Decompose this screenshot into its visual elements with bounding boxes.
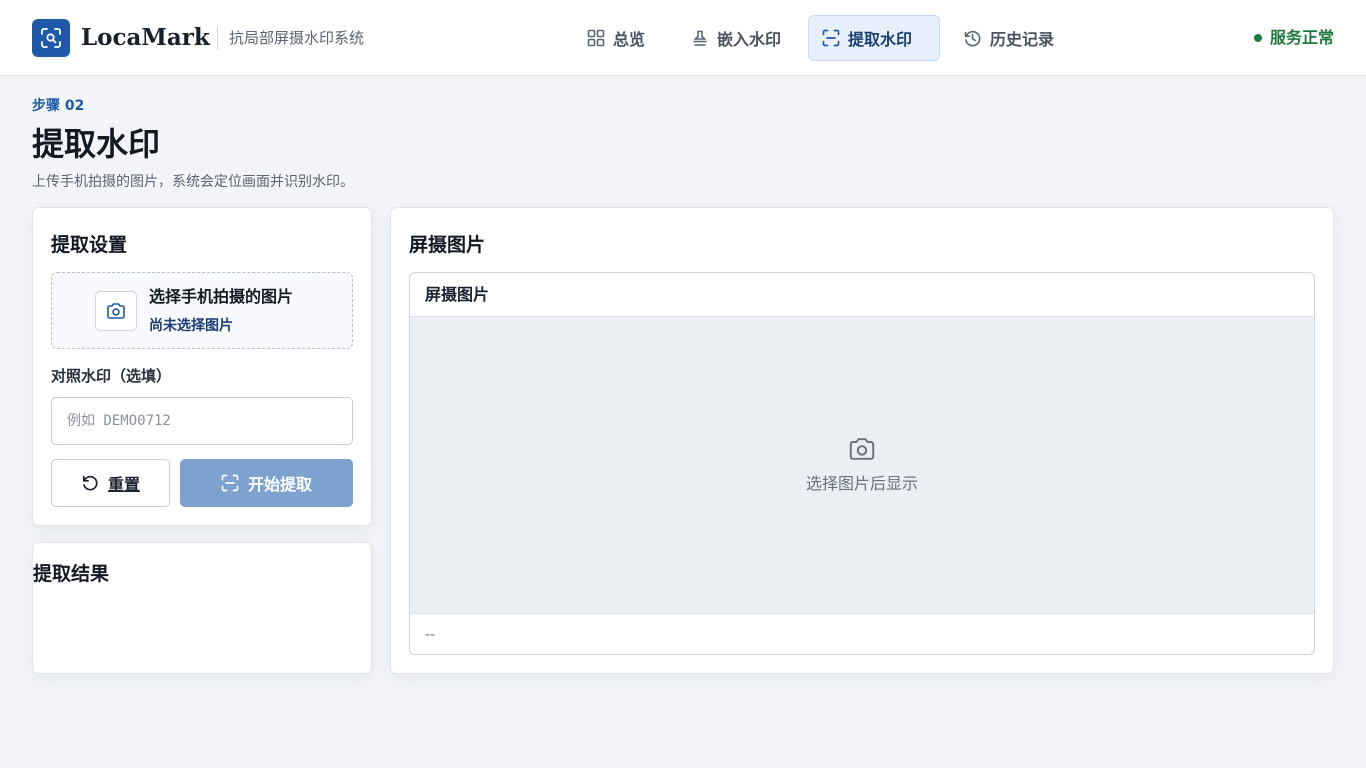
- preview-panel-title: 屏摄图片: [409, 234, 486, 256]
- upload-title: 选择手机拍摄的图片: [149, 287, 294, 306]
- nav-history[interactable]: 历史记录: [950, 15, 1067, 61]
- step-label: 步骤 02: [32, 98, 85, 114]
- screen-capture-card: 屏摄图片 屏摄图片 选择图片后显示 --: [390, 207, 1334, 674]
- extract-settings-card: 提取设置 选择手机拍摄的图片 尚未选择图片 对照水印（选填） 重置 开始提取: [32, 207, 372, 526]
- nav-overview[interactable]: 总览: [574, 15, 658, 61]
- camera-icon: [849, 438, 875, 460]
- status-dot-icon: [1253, 34, 1262, 42]
- nav-history-label: 历史记录: [990, 30, 1055, 49]
- scan-icon: [822, 29, 840, 47]
- start-extract-button[interactable]: 开始提取: [180, 459, 353, 507]
- watermark-field-label: 对照水印（选填）: [51, 367, 172, 385]
- preview-frame-title: 屏摄图片: [410, 273, 1314, 317]
- start-extract-label: 开始提取: [247, 475, 312, 494]
- settings-title: 提取设置: [51, 234, 128, 256]
- page-description: 上传手机拍摄的图片，系统会定位画面并识别水印。: [32, 174, 354, 190]
- nav-embed-label: 嵌入水印: [717, 30, 782, 49]
- camera-icon: [95, 291, 137, 331]
- service-status: 服务正常: [1253, 28, 1334, 48]
- reset-button[interactable]: 重置: [51, 459, 170, 507]
- reference-watermark-input[interactable]: [51, 397, 353, 445]
- result-title: 提取结果: [33, 563, 110, 585]
- upload-status: 尚未选择图片: [149, 318, 233, 334]
- preview-empty-text: 选择图片后显示: [805, 474, 918, 493]
- nav-extract[interactable]: 提取水印: [808, 15, 940, 61]
- extract-result-card: 提取结果: [32, 542, 372, 674]
- nav-embed[interactable]: 嵌入水印: [678, 15, 794, 61]
- brand-divider: [217, 26, 218, 50]
- brand-name[interactable]: LocaMark: [81, 22, 210, 54]
- page-title: 提取水印: [32, 125, 161, 163]
- preview-frame: 屏摄图片 选择图片后显示 --: [409, 272, 1315, 655]
- history-icon: [964, 30, 981, 46]
- image-preview-area[interactable]: 选择图片后显示: [410, 317, 1314, 613]
- brand-subtitle: 抗局部屏摄水印系统: [229, 29, 365, 47]
- nav-overview-label: 总览: [613, 30, 646, 49]
- top-header: LocaMark 抗局部屏摄水印系统 总览 嵌入水印 提取水印 历史记录 服务正…: [0, 0, 1366, 76]
- reset-button-label: 重置: [107, 475, 140, 494]
- image-upload-dropzone[interactable]: 选择手机拍摄的图片 尚未选择图片: [51, 272, 353, 349]
- reset-icon: [82, 475, 98, 491]
- stamp-icon: [693, 30, 707, 46]
- service-status-text: 服务正常: [1269, 28, 1334, 47]
- grid-icon: [587, 29, 605, 47]
- scan-icon: [221, 474, 239, 492]
- preview-footer: --: [410, 613, 1314, 654]
- logo-icon[interactable]: [32, 19, 70, 57]
- nav-extract-label: 提取水印: [848, 30, 913, 49]
